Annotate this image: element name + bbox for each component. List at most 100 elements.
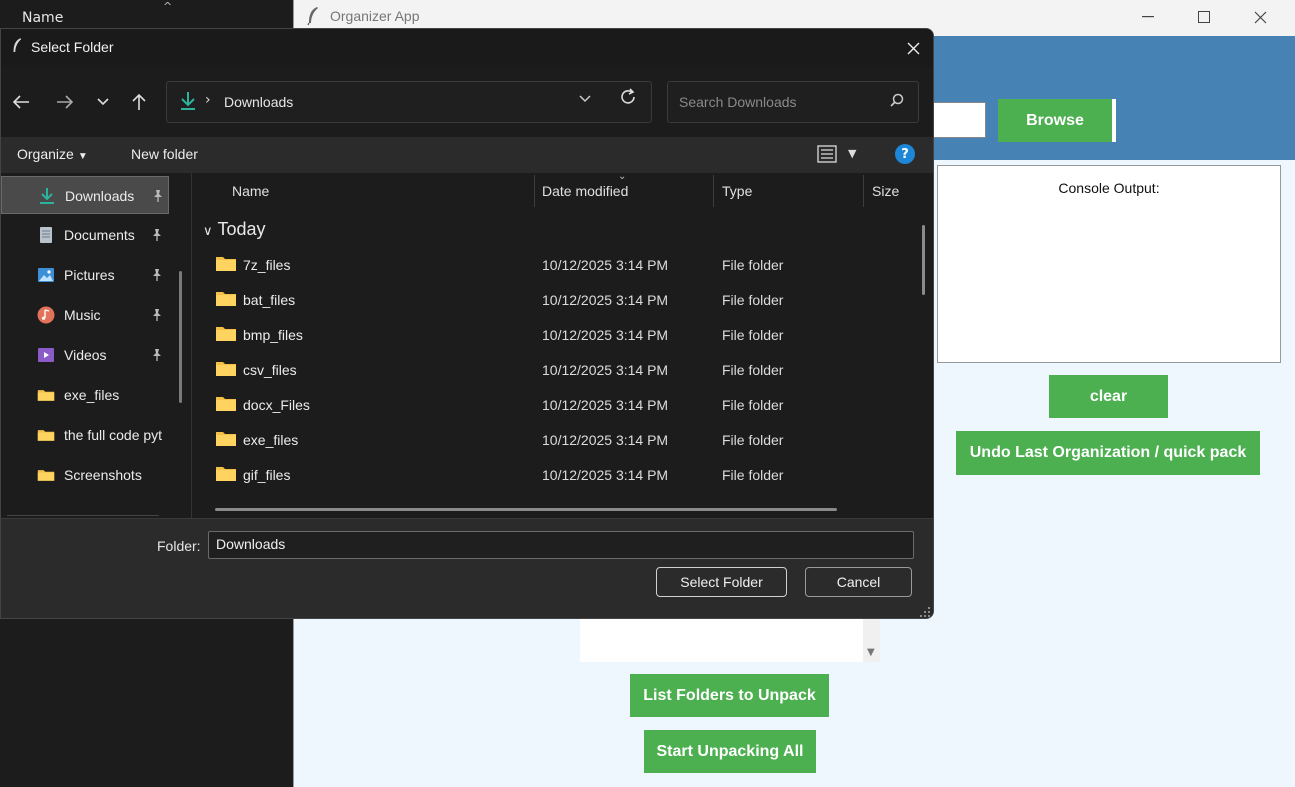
pin-icon[interactable] bbox=[150, 308, 164, 322]
sort-indicator-icon: ⌄ bbox=[618, 171, 627, 182]
search-input[interactable]: Search Downloads bbox=[679, 94, 797, 110]
folder-name-input[interactable]: Downloads bbox=[208, 531, 914, 559]
folder-icon bbox=[216, 467, 236, 481]
dialog-titlebar: Select Folder bbox=[1, 29, 933, 67]
file-row[interactable]: gif_files 10/12/2025 3:14 PM File folder bbox=[193, 457, 918, 492]
cancel-button[interactable]: Cancel bbox=[805, 567, 912, 597]
refresh-icon bbox=[621, 88, 635, 104]
console-output-panel[interactable]: Console Output: bbox=[937, 165, 1281, 363]
file-name: bmp_files bbox=[243, 327, 303, 343]
file-date: 10/12/2025 3:14 PM bbox=[542, 467, 669, 483]
download-icon bbox=[181, 92, 195, 110]
nav-pane-divider bbox=[7, 515, 159, 516]
file-row[interactable]: csv_files 10/12/2025 3:14 PM File folder bbox=[193, 352, 918, 387]
column-divider[interactable] bbox=[863, 175, 864, 207]
nav-item-pictures[interactable]: Pictures bbox=[1, 256, 169, 294]
nav-pane-scrollbar[interactable] bbox=[179, 271, 182, 403]
nav-item-full-code[interactable]: the full code pyt bbox=[1, 416, 169, 454]
forward-arrow-icon bbox=[57, 95, 74, 109]
dialog-command-bar: Organize ▼ New folder ▼ ? bbox=[1, 137, 933, 173]
column-divider[interactable] bbox=[534, 175, 535, 207]
back-arrow-icon bbox=[12, 95, 29, 109]
maximize-icon bbox=[1198, 11, 1210, 23]
refresh-button[interactable] bbox=[619, 88, 637, 111]
start-unpacking-button[interactable]: Start Unpacking All bbox=[644, 730, 816, 773]
scroll-down-arrow-icon[interactable]: ▼ bbox=[867, 647, 875, 658]
recent-locations-button[interactable] bbox=[90, 89, 116, 115]
folder-icon bbox=[216, 362, 236, 376]
folder-label: Folder: bbox=[157, 538, 201, 554]
forward-button[interactable] bbox=[52, 89, 78, 115]
search-box[interactable]: Search Downloads bbox=[667, 81, 919, 123]
close-button[interactable] bbox=[1232, 0, 1288, 34]
maximize-button[interactable] bbox=[1176, 0, 1232, 34]
dialog-footer: Folder: Downloads Select Folder Cancel bbox=[1, 518, 933, 618]
pin-icon[interactable] bbox=[150, 228, 164, 242]
breadcrumb-chevron-icon: › bbox=[205, 92, 211, 108]
column-header-size[interactable]: Size bbox=[872, 183, 899, 199]
file-name: exe_files bbox=[243, 432, 299, 448]
organize-menu-button[interactable]: Organize ▼ bbox=[17, 146, 88, 162]
undo-last-organization-button[interactable]: Undo Last Organization / quick pack bbox=[956, 431, 1260, 475]
file-row[interactable]: exe_files 10/12/2025 3:14 PM File folder bbox=[193, 422, 918, 457]
folder-icon bbox=[37, 390, 55, 401]
nav-item-label: Screenshots bbox=[64, 467, 142, 483]
column-header-date[interactable]: Date modified bbox=[542, 183, 628, 199]
background-name-column-header[interactable]: Name bbox=[22, 10, 63, 26]
group-header-today[interactable]: ∨ Today bbox=[203, 219, 266, 240]
file-row[interactable]: bat_files 10/12/2025 3:14 PM File folder bbox=[193, 282, 918, 317]
new-folder-button[interactable]: New folder bbox=[131, 146, 198, 162]
group-label: Today bbox=[217, 219, 266, 239]
sort-caret-icon: ^ bbox=[163, 0, 173, 13]
pin-icon[interactable] bbox=[151, 189, 165, 203]
navigation-pane: Downloads Documents Pictures Music Video… bbox=[1, 173, 192, 526]
browse-button[interactable]: Browse bbox=[998, 99, 1116, 142]
address-dropdown-button[interactable] bbox=[579, 91, 591, 107]
file-date: 10/12/2025 3:14 PM bbox=[542, 362, 669, 378]
file-date: 10/12/2025 3:14 PM bbox=[542, 257, 669, 273]
file-type: File folder bbox=[722, 327, 784, 343]
nav-item-downloads[interactable]: Downloads bbox=[1, 176, 169, 214]
file-date: 10/12/2025 3:14 PM bbox=[542, 397, 669, 413]
nav-item-music[interactable]: Music bbox=[1, 296, 169, 334]
close-icon bbox=[907, 42, 919, 54]
column-divider[interactable] bbox=[713, 175, 714, 207]
list-folders-button[interactable]: List Folders to Unpack bbox=[630, 674, 829, 717]
file-type: File folder bbox=[722, 362, 784, 378]
chevron-down-icon: ∨ bbox=[203, 223, 213, 238]
view-dropdown-icon[interactable]: ▼ bbox=[848, 147, 856, 160]
unpack-list-scrollbar[interactable]: ▼ bbox=[863, 618, 880, 662]
nav-item-screenshots[interactable]: Screenshots bbox=[1, 456, 169, 494]
file-row[interactable]: 7z_files 10/12/2025 3:14 PM File folder bbox=[193, 247, 918, 282]
help-icon[interactable]: ? bbox=[895, 144, 915, 164]
file-row[interactable]: docx_Files 10/12/2025 3:14 PM File folde… bbox=[193, 387, 918, 422]
pin-icon[interactable] bbox=[150, 268, 164, 282]
view-options-icon[interactable] bbox=[817, 145, 837, 163]
file-row[interactable]: bmp_files 10/12/2025 3:14 PM File folder bbox=[193, 317, 918, 352]
back-button[interactable] bbox=[8, 89, 34, 115]
file-list-vertical-scrollbar[interactable] bbox=[922, 225, 925, 295]
unpack-folders-list[interactable]: ▼ bbox=[580, 618, 880, 662]
file-name: 7z_files bbox=[243, 257, 291, 273]
column-header-name[interactable]: Name bbox=[232, 183, 269, 199]
search-icon[interactable] bbox=[888, 92, 906, 110]
file-list-horizontal-scrollbar[interactable] bbox=[215, 508, 837, 511]
column-header-type[interactable]: Type bbox=[722, 183, 752, 199]
up-button[interactable] bbox=[126, 89, 152, 115]
dialog-close-button[interactable] bbox=[897, 33, 929, 63]
pin-icon[interactable] bbox=[150, 348, 164, 362]
select-folder-button[interactable]: Select Folder bbox=[656, 567, 787, 597]
file-name: csv_files bbox=[243, 362, 297, 378]
nav-item-videos[interactable]: Videos bbox=[1, 336, 169, 374]
close-icon bbox=[1254, 11, 1266, 23]
nav-item-documents[interactable]: Documents bbox=[1, 216, 169, 254]
minimize-button[interactable] bbox=[1120, 0, 1176, 34]
address-bar[interactable]: › Downloads bbox=[166, 81, 652, 123]
clear-button[interactable]: clear bbox=[1049, 375, 1168, 418]
file-date: 10/12/2025 3:14 PM bbox=[542, 432, 669, 448]
console-output-label: Console Output: bbox=[1058, 180, 1160, 196]
nav-item-exe-files[interactable]: exe_files bbox=[1, 376, 169, 414]
file-type: File folder bbox=[722, 257, 784, 273]
address-current-location[interactable]: Downloads bbox=[224, 94, 293, 110]
resize-grip-icon[interactable] bbox=[919, 606, 931, 618]
